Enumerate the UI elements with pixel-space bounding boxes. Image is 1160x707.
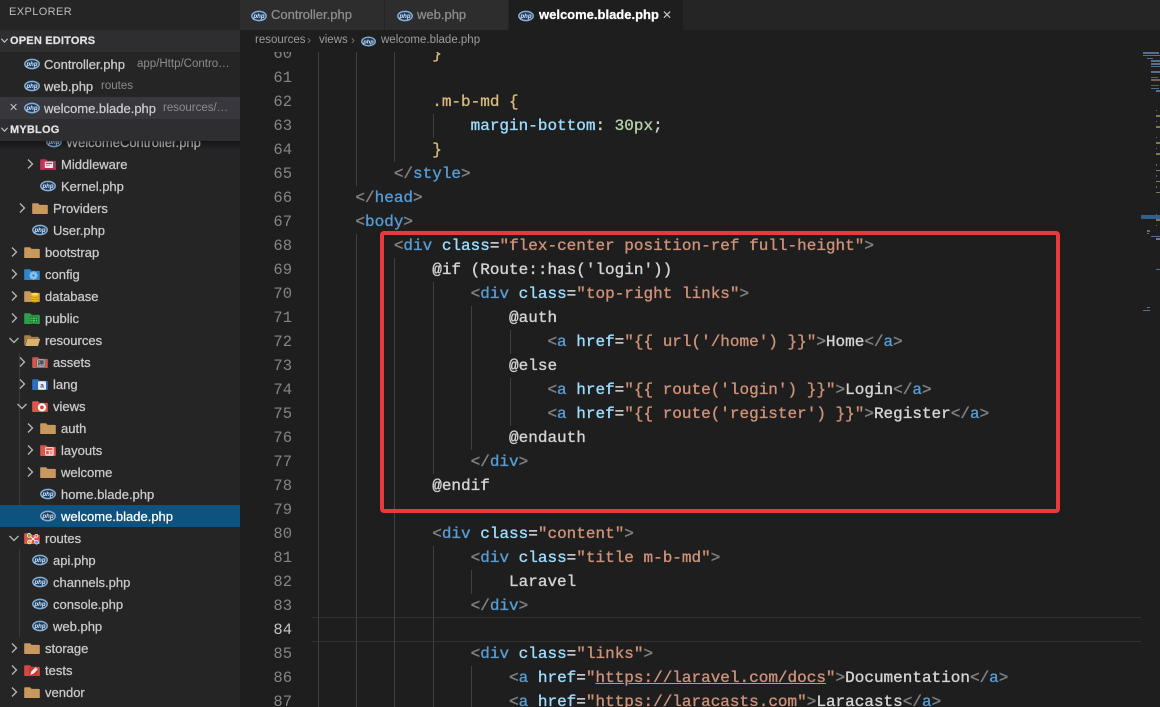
svg-text:php: php: [34, 228, 46, 234]
svg-text:a: a: [40, 383, 44, 390]
svg-text:php: php: [42, 184, 54, 190]
svg-text:php: php: [34, 558, 46, 564]
svg-text:php: php: [42, 492, 54, 498]
svg-text:php: php: [26, 84, 38, 90]
svg-text:php: php: [253, 14, 265, 20]
svg-text:php: php: [26, 106, 38, 112]
svg-text:php: php: [34, 580, 46, 586]
svg-text:php: php: [520, 14, 532, 20]
svg-text:php: php: [26, 62, 38, 68]
svg-text:php: php: [34, 602, 46, 608]
svg-text:php: php: [34, 624, 46, 630]
svg-text:php: php: [362, 39, 374, 45]
svg-text:php: php: [42, 514, 54, 520]
svg-text:php: php: [399, 14, 411, 20]
